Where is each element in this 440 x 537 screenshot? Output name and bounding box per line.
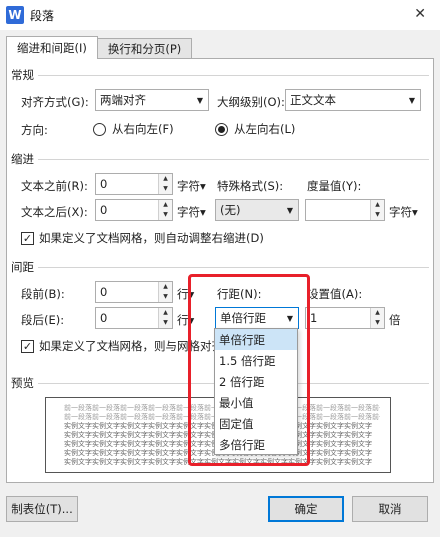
ok-button[interactable]: 确定 <box>268 496 344 522</box>
chevron-down-icon: ▼ <box>286 313 294 323</box>
checkbox-checked: ✓ <box>21 339 34 353</box>
outline-level-select[interactable]: 正文文本 ▼ <box>285 89 421 111</box>
radio-circle <box>93 122 106 136</box>
ltr-label: 从左向右(L) <box>234 122 296 136</box>
section-general: 常规 <box>11 67 429 83</box>
setting-value-unit: 倍 <box>389 313 401 327</box>
measure-label: 度量值(Y): <box>307 179 362 193</box>
line-spacing-dropdown: 单倍行距 1.5 倍行距 2 倍行距 最小值 固定值 多倍行距 <box>214 328 298 455</box>
section-general-label: 常规 <box>11 67 38 83</box>
stepper-buttons[interactable]: ▲ ▼ <box>158 308 172 328</box>
close-icon[interactable]: ✕ <box>414 6 426 22</box>
outline-level-value: 正文文本 <box>290 93 336 107</box>
stepper-buttons[interactable]: ▲ ▼ <box>158 174 172 194</box>
indent-before-label: 文本之前(R): <box>21 179 88 193</box>
tab-stops-button[interactable]: 制表位(T)... <box>6 496 78 522</box>
stepper-down-icon: ▼ <box>371 318 384 328</box>
tab-indent-spacing[interactable]: 缩进和间距(I) <box>6 36 98 59</box>
section-indent: 缩进 <box>11 151 429 167</box>
space-before-value: 0 <box>100 285 108 299</box>
setting-value-stepper[interactable]: 1 ▲ ▼ <box>305 307 385 329</box>
direction-label: 方向: <box>21 123 48 137</box>
stepper-down-icon: ▼ <box>159 184 172 194</box>
line-spacing-option[interactable]: 2 倍行距 <box>215 371 297 392</box>
radio-right-to-left[interactable]: 从右向左(F) <box>93 121 174 137</box>
stepper-buttons[interactable]: ▲ ▼ <box>158 200 172 220</box>
stepper-down-icon: ▼ <box>159 210 172 220</box>
chevron-down-icon: ▼ <box>408 95 416 105</box>
alignment-label: 对齐方式(G): <box>21 95 89 109</box>
radio-circle-selected <box>215 122 228 136</box>
line-spacing-option[interactable]: 最小值 <box>215 392 297 413</box>
line-spacing-select[interactable]: 单倍行距 ▼ <box>215 307 299 329</box>
stepper-up-icon: ▲ <box>159 308 172 318</box>
stepper-down-icon: ▼ <box>159 318 172 328</box>
preview-sample-line: 实例文字实例文字实例文字实例文字实例文字实例文字实例文字实例文字实例文字实例文字… <box>64 458 372 466</box>
tab-line-page-breaks[interactable]: 换行和分页(P) <box>96 38 193 58</box>
line-spacing-option[interactable]: 固定值 <box>215 413 297 434</box>
alignment-select[interactable]: 两端对齐 ▼ <box>95 89 209 111</box>
indent-before-stepper[interactable]: 0 ▲ ▼ <box>95 173 173 195</box>
auto-right-indent-checkbox[interactable]: ✓ 如果定义了文档网格，则自动调整右缩进(D) <box>21 230 264 246</box>
space-before-unit[interactable]: 行▾ <box>177 286 194 302</box>
indent-before-unit[interactable]: 字符▾ <box>177 178 206 194</box>
auto-right-indent-label: 如果定义了文档网格，则自动调整右缩进(D) <box>39 231 264 245</box>
space-before-label: 段前(B): <box>21 287 65 301</box>
setting-value: 1 <box>310 311 318 325</box>
checkbox-checked: ✓ <box>21 231 34 245</box>
line-spacing-option[interactable]: 多倍行距 <box>215 434 297 455</box>
line-spacing-option[interactable]: 1.5 倍行距 <box>215 350 297 371</box>
setting-value-label: 设置值(A): <box>307 287 363 301</box>
section-spacing-label: 间距 <box>11 259 38 275</box>
divider <box>38 158 429 160</box>
space-after-label: 段后(E): <box>21 313 65 327</box>
section-indent-label: 缩进 <box>11 151 38 167</box>
measure-unit[interactable]: 字符▾ <box>389 204 418 220</box>
alignment-value: 两端对齐 <box>100 93 146 107</box>
stepper-up-icon: ▲ <box>371 200 384 210</box>
indent-after-label: 文本之后(X): <box>21 205 88 219</box>
indent-before-value: 0 <box>100 177 108 191</box>
divider <box>38 266 429 268</box>
title-bar: W 段落 ✕ <box>0 0 440 30</box>
window-title: 段落 <box>30 8 55 23</box>
section-spacing: 间距 <box>11 259 429 275</box>
indent-after-unit[interactable]: 字符▾ <box>177 204 206 220</box>
space-after-stepper[interactable]: 0 ▲ ▼ <box>95 307 173 329</box>
line-spacing-option[interactable]: 单倍行距 <box>215 329 297 350</box>
line-spacing-label: 行距(N): <box>217 287 262 301</box>
space-after-value: 0 <box>100 311 108 325</box>
special-format-label: 特殊格式(S): <box>217 179 284 193</box>
indent-after-value: 0 <box>100 203 108 217</box>
stepper-down-icon: ▼ <box>159 292 172 302</box>
stepper-buttons[interactable]: ▲ ▼ <box>370 308 384 328</box>
chevron-down-icon: ▼ <box>286 205 294 215</box>
radio-left-to-right[interactable]: 从左向右(L) <box>215 121 295 137</box>
line-spacing-value: 单倍行距 <box>220 311 266 325</box>
stepper-up-icon: ▲ <box>159 200 172 210</box>
rtl-label: 从右向左(F) <box>112 122 174 136</box>
stepper-down-icon: ▼ <box>371 210 384 220</box>
snap-to-grid-label: 如果定义了文档网格，则与网格对齐 <box>39 339 223 353</box>
divider <box>38 74 429 76</box>
chevron-down-icon: ▼ <box>196 95 204 105</box>
stepper-up-icon: ▲ <box>371 308 384 318</box>
stepper-up-icon: ▲ <box>159 282 172 292</box>
outline-level-label: 大纲级别(O): <box>217 95 285 109</box>
special-format-select[interactable]: (无) ▼ <box>215 199 299 221</box>
snap-to-grid-checkbox[interactable]: ✓ 如果定义了文档网格，则与网格对齐 <box>21 338 223 354</box>
tab-bar: 缩进和间距(I) 换行和分页(P) <box>6 36 193 59</box>
special-format-value: (无) <box>220 203 241 217</box>
stepper-up-icon: ▲ <box>159 174 172 184</box>
space-before-stepper[interactable]: 0 ▲ ▼ <box>95 281 173 303</box>
measure-stepper[interactable]: ▲ ▼ <box>305 199 385 221</box>
stepper-buttons[interactable]: ▲ ▼ <box>370 200 384 220</box>
indent-after-stepper[interactable]: 0 ▲ ▼ <box>95 199 173 221</box>
space-after-unit[interactable]: 行▾ <box>177 312 194 328</box>
wps-writer-icon: W <box>6 6 24 24</box>
section-preview-label: 预览 <box>11 375 38 391</box>
stepper-buttons[interactable]: ▲ ▼ <box>158 282 172 302</box>
cancel-button[interactable]: 取消 <box>352 496 428 522</box>
